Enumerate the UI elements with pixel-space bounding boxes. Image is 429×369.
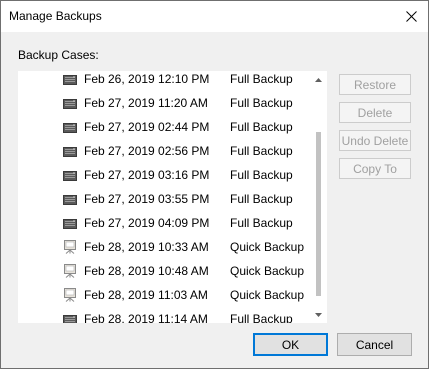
backup-date: Feb 27, 2019 02:56 PM <box>84 144 210 158</box>
full-backup-icon <box>63 144 77 158</box>
backup-row[interactable]: Feb 28, 2019 11:14 AM Full Backup <box>18 307 310 323</box>
full-backup-icon <box>63 120 77 134</box>
backup-row[interactable]: Feb 27, 2019 03:16 PM Full Backup <box>18 163 310 187</box>
title-bar: Manage Backups <box>1 1 428 32</box>
backup-date: Feb 26, 2019 12:10 PM <box>84 72 210 86</box>
backup-date: Feb 27, 2019 11:20 AM <box>84 96 208 110</box>
backup-row[interactable]: Feb 27, 2019 03:55 PM Full Backup <box>18 187 310 211</box>
ok-button[interactable]: OK <box>253 333 328 356</box>
full-backup-icon <box>63 216 77 230</box>
backup-date: Feb 27, 2019 04:09 PM <box>84 216 210 230</box>
backup-row[interactable]: Feb 27, 2019 02:44 PM Full Backup <box>18 115 310 139</box>
backup-type: Full Backup <box>230 96 293 110</box>
scroll-thumb[interactable] <box>316 132 321 296</box>
backup-type: Quick Backup <box>230 240 305 254</box>
undo-delete-button[interactable]: Undo Delete <box>339 130 411 151</box>
backup-row[interactable]: Feb 28, 2019 11:03 AM Quick Backup <box>18 283 310 307</box>
backup-type: Full Backup <box>230 72 293 86</box>
backup-date: Feb 28, 2019 11:14 AM <box>84 312 208 323</box>
quick-backup-icon <box>63 240 77 254</box>
scroll-up-button[interactable] <box>310 71 327 88</box>
backup-date: Feb 27, 2019 03:16 PM <box>84 168 210 182</box>
backup-type: Full Backup <box>230 120 293 134</box>
dialog-body: Backup Cases: Feb 26, 2019 12:10 PM Full … <box>1 32 428 368</box>
delete-button[interactable]: Delete <box>339 102 411 123</box>
full-backup-icon <box>63 192 77 206</box>
vertical-scrollbar[interactable] <box>310 71 327 323</box>
restore-button[interactable]: Restore <box>339 74 411 95</box>
backup-date: Feb 28, 2019 10:48 AM <box>84 264 209 278</box>
backup-cases-list[interactable]: Feb 26, 2019 12:10 PM Full Backup Feb 27, … <box>18 71 327 323</box>
backup-date: Feb 28, 2019 10:33 AM <box>84 240 209 254</box>
backup-row[interactable]: Feb 27, 2019 11:20 AM Full Backup <box>18 91 310 115</box>
scroll-up-arrow-icon <box>315 77 322 82</box>
window-title: Manage Backups <box>9 9 102 23</box>
copy-to-button[interactable]: Copy To <box>339 158 411 179</box>
full-backup-icon <box>63 312 77 323</box>
list-viewport: Feb 26, 2019 12:10 PM Full Backup Feb 27, … <box>18 71 310 323</box>
scroll-down-button[interactable] <box>310 306 327 323</box>
scroll-down-arrow-icon <box>315 312 322 317</box>
backup-type: Quick Backup <box>230 288 305 302</box>
manage-backups-dialog: Manage Backups Backup Cases: Feb 26, 201… <box>0 0 429 369</box>
backup-date: Feb 27, 2019 02:44 PM <box>84 120 210 134</box>
backup-type: Full Backup <box>230 192 293 206</box>
backup-row[interactable]: Feb 27, 2019 04:09 PM Full Backup <box>18 211 310 235</box>
backup-row[interactable]: Feb 28, 2019 10:33 AM Quick Backup <box>18 235 310 259</box>
backup-row[interactable]: Feb 27, 2019 02:56 PM Full Backup <box>18 139 310 163</box>
backup-date: Feb 28, 2019 11:03 AM <box>84 288 208 302</box>
backup-type: Full Backup <box>230 312 293 323</box>
quick-backup-icon <box>63 264 77 278</box>
backup-cases-label: Backup Cases: <box>18 48 99 62</box>
close-icon <box>405 11 417 22</box>
backup-type: Full Backup <box>230 216 293 230</box>
full-backup-icon <box>63 72 77 86</box>
close-button[interactable] <box>394 1 428 32</box>
backup-type: Quick Backup <box>230 264 305 278</box>
full-backup-icon <box>63 168 77 182</box>
quick-backup-icon <box>63 288 77 302</box>
backup-row[interactable]: Feb 26, 2019 12:10 PM Full Backup <box>18 71 310 91</box>
cancel-button[interactable]: Cancel <box>337 333 412 356</box>
backup-date: Feb 27, 2019 03:55 PM <box>84 192 210 206</box>
backup-row[interactable]: Feb 28, 2019 10:48 AM Quick Backup <box>18 259 310 283</box>
full-backup-icon <box>63 96 77 110</box>
backup-type: Full Backup <box>230 168 293 182</box>
backup-type: Full Backup <box>230 144 293 158</box>
